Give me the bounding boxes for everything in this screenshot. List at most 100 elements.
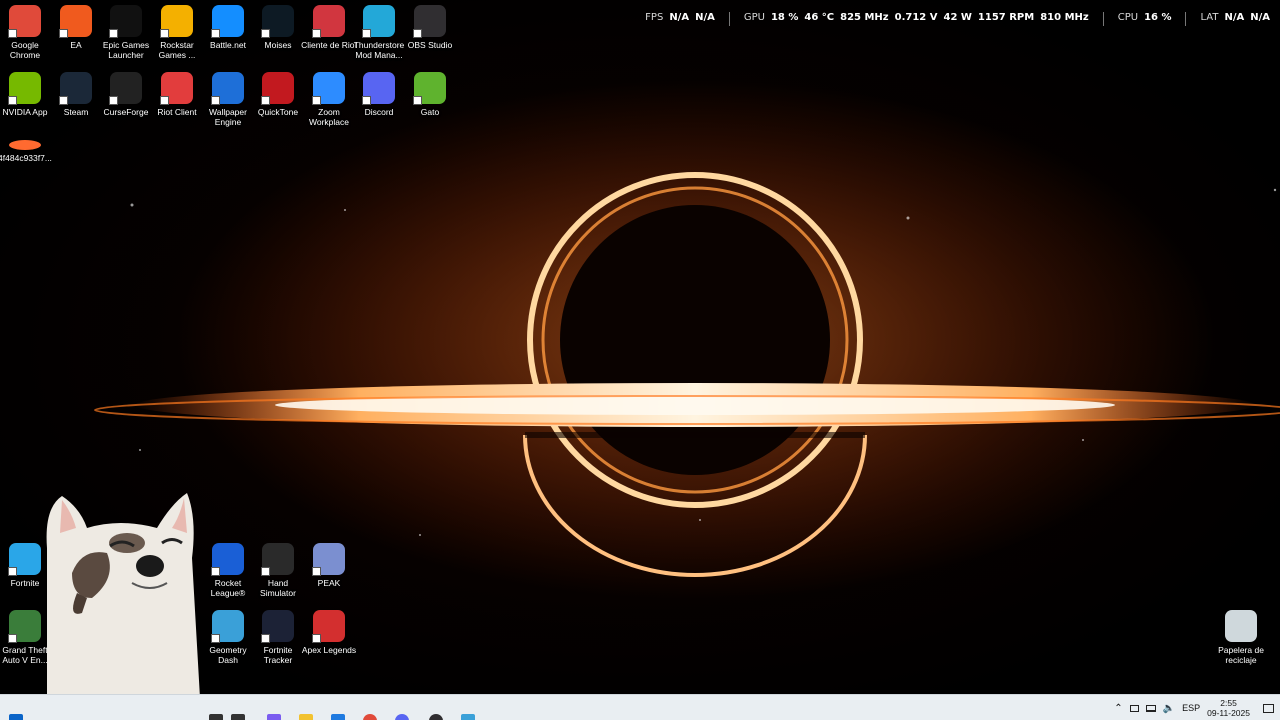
taskbar-button[interactable]: [222, 708, 254, 720]
desktop-icon-label: Epic Games Launcher: [102, 40, 150, 60]
shortcut-arrow-icon: [312, 96, 321, 105]
desktop-icon[interactable]: Moises: [253, 5, 303, 50]
shortcut-arrow-icon: [109, 29, 118, 38]
task-view-icon: [231, 713, 245, 720]
desktop-icon[interactable]: PEAK: [304, 543, 354, 588]
network-icon[interactable]: [1145, 704, 1156, 712]
desktop-icon-label: PEAK: [317, 578, 341, 588]
search-icon: [209, 713, 223, 720]
desktop-icon[interactable]: Rocket League®: [203, 543, 253, 598]
geometry-dash-icon: [211, 610, 244, 643]
desktop-icon-label: Steam: [63, 107, 89, 117]
desktop-icon[interactable]: Fortnite Tracker: [253, 610, 303, 665]
taskbar-button[interactable]: [452, 708, 484, 720]
clock[interactable]: 2:55 09-11-2025: [1207, 698, 1250, 718]
desktop-icon[interactable]: Hand Simulator: [253, 543, 303, 598]
desktop-icon-label: Riot Client: [157, 107, 197, 117]
taskbar: ⌃ 🔈 ESP 2:55 09-11-2025: [0, 694, 1280, 720]
desktop-icon-label: QuickTone: [257, 107, 299, 117]
riot-icon: [312, 5, 345, 38]
taskbar-button[interactable]: [258, 708, 290, 720]
fortnite-tracker-icon: [261, 610, 294, 643]
shortcut-arrow-icon: [211, 29, 220, 38]
desktop-icon-label: Rockstar Games ...: [158, 40, 196, 60]
overlay-divider: [1102, 12, 1104, 26]
rocket-league-icon: [211, 543, 244, 576]
taskbar-button[interactable]: [0, 708, 32, 720]
taskbar-button[interactable]: [290, 708, 322, 720]
fps-label: FPS: [645, 12, 664, 23]
desktop-icon[interactable]: Battle.net: [203, 5, 253, 50]
desktop-icon[interactable]: Gato: [405, 72, 455, 117]
desktop-icon-label: Papelera de reciclaje: [1218, 645, 1264, 665]
gpu-clock: 825 MHz: [840, 12, 889, 23]
desktop-icon[interactable]: Cliente de Riot: [301, 5, 357, 50]
desktop-icon[interactable]: Apex Legends: [302, 610, 356, 655]
desktop-icon[interactable]: Zoom Workplace: [304, 72, 354, 127]
desktop-icon-label: Thunderstore Mod Mana...: [353, 40, 405, 60]
epic-games-icon: [109, 5, 142, 38]
desktop-icon[interactable]: NVIDIA App: [0, 72, 50, 117]
chevron-up-icon[interactable]: ⌃: [1114, 703, 1122, 714]
desktop-icon[interactable]: Thunderstore Mod Mana...: [354, 5, 404, 60]
desktop-icon[interactable]: Geometry Dash: [203, 610, 253, 665]
shortcut-arrow-icon: [312, 567, 321, 576]
shortcut-arrow-icon: [211, 567, 220, 576]
desktop-icon[interactable]: Riot Client: [152, 72, 202, 117]
shortcut-arrow-icon: [312, 29, 321, 38]
apex-icon: [312, 610, 345, 643]
notifications-icon[interactable]: [1263, 703, 1274, 713]
desktop-icon[interactable]: Google Chrome: [0, 5, 50, 60]
shortcut-arrow-icon: [109, 96, 118, 105]
desktop-icon[interactable]: OBS Studio: [405, 5, 455, 50]
desktop-icon-label: Moises: [264, 40, 292, 50]
shortcut-arrow-icon: [261, 29, 270, 38]
desktop-icon[interactable]: EA: [51, 5, 101, 50]
shortcut-arrow-icon: [261, 634, 270, 643]
gpu-group: GPU 18 % 46 °C 825 MHz 0.712 V 42 W 1157…: [744, 12, 1089, 26]
hand-simulator-icon: [261, 543, 294, 576]
taskbar-button[interactable]: [322, 708, 354, 720]
language-indicator[interactable]: ESP: [1182, 703, 1200, 713]
volume-icon[interactable]: 🔈: [1163, 703, 1175, 714]
taskbar-button[interactable]: [386, 708, 418, 720]
desktop-icon[interactable]: Steam: [51, 72, 101, 117]
chrome-icon: [8, 5, 41, 38]
shortcut-arrow-icon: [8, 96, 17, 105]
lat-value-2: N/A: [1250, 12, 1270, 23]
battery-icon[interactable]: [1129, 704, 1139, 712]
discord-icon: [362, 72, 395, 105]
recycle-bin-icon: [1225, 610, 1257, 642]
desktop-icon[interactable]: Epic Games Launcher: [101, 5, 151, 60]
desktop-icon[interactable]: Discord: [354, 72, 404, 117]
obs-icon: [413, 5, 446, 38]
wallpaper-engine-icon: [211, 72, 244, 105]
shortcut-arrow-icon: [211, 634, 220, 643]
lat-label: LAT: [1200, 12, 1219, 23]
fps-value: N/A: [669, 12, 690, 23]
zoom-icon: [312, 72, 345, 105]
gpu-temp: 46 °C: [804, 12, 835, 23]
fps-group: FPS N/A N/A: [645, 12, 715, 26]
gpu-mem-clock: 810 MHz: [1040, 12, 1089, 23]
file-explorer-icon: [299, 713, 313, 720]
desktop-icon[interactable]: 4f484c933f7...: [0, 140, 52, 163]
image-file-icon: [9, 140, 41, 150]
desktop-icon[interactable]: Papelera de reciclaje: [1216, 610, 1266, 665]
start-icon: [9, 713, 23, 720]
peak-icon: [312, 543, 345, 576]
desktop-icon[interactable]: Rockstar Games ...: [152, 5, 202, 60]
shortcut-arrow-icon: [413, 96, 422, 105]
overlay-divider: [1185, 12, 1187, 26]
shortcut-arrow-icon: [362, 29, 371, 38]
desktop-icon[interactable]: QuickTone: [253, 72, 303, 117]
desktop-icon-label: Fortnite Tracker: [263, 645, 293, 665]
latency-group: LAT N/A N/A: [1200, 12, 1270, 26]
desktop-icon[interactable]: Wallpaper Engine: [203, 72, 253, 127]
shortcut-arrow-icon: [413, 29, 422, 38]
taskbar-button[interactable]: [420, 708, 452, 720]
shortcut-arrow-icon: [8, 29, 17, 38]
taskbar-button[interactable]: [354, 708, 386, 720]
shortcut-arrow-icon: [59, 29, 68, 38]
desktop-icon[interactable]: CurseForge: [101, 72, 151, 117]
